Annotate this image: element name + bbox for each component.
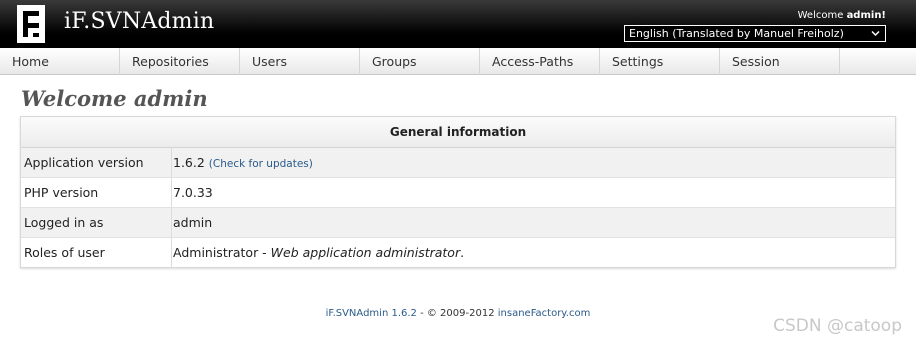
page-title: Welcome admin (21, 86, 208, 111)
row-value: 7.0.33 (173, 185, 213, 200)
row-value: Administrator - Web application administ… (173, 238, 464, 268)
row-value: 1.6.2 (Check for updates) (173, 148, 313, 177)
main-nav: Home Repositories Users Groups Access-Pa… (0, 48, 916, 75)
nav-item-session[interactable]: Session (720, 48, 840, 75)
language-select[interactable]: English (Translated by Manuel Freiholz) (624, 25, 886, 42)
info-row-php-version: PHP version 7.0.33 (21, 178, 895, 208)
panel-title: General information (21, 117, 895, 148)
app-version-value: 1.6.2 (173, 155, 205, 170)
nav-item-home[interactable]: Home (0, 48, 120, 75)
role-description: Web application administrator (270, 245, 461, 260)
footer-product-link[interactable]: iF.SVNAdmin 1.6.2 (326, 308, 417, 319)
row-value: admin (173, 215, 213, 230)
row-label: Roles of user (21, 238, 172, 268)
app-title: iF.SVNAdmin (64, 9, 215, 34)
row-label: Application version (21, 148, 172, 177)
footer-company-link[interactable]: insaneFactory.com (498, 308, 591, 319)
nav-item-groups[interactable]: Groups (360, 48, 480, 75)
welcome-prefix: Welcome (797, 10, 844, 21)
nav-item-settings[interactable]: Settings (600, 48, 720, 75)
info-row-app-version: Application version 1.6.2 (Check for upd… (21, 148, 895, 178)
role-suffix: . (460, 245, 465, 260)
svnadmin-logo-icon (17, 5, 45, 43)
role-name: Administrator - (173, 245, 271, 260)
nav-item-access-paths[interactable]: Access-Paths (480, 48, 600, 75)
row-label: Logged in as (21, 208, 172, 237)
welcome-user: admin! (846, 10, 886, 21)
nav-item-users[interactable]: Users (240, 48, 360, 75)
chevron-down-icon (871, 30, 880, 37)
header-bar: iF.SVNAdmin Welcome admin! English (Tran… (0, 0, 916, 48)
welcome-text: Welcome admin! (798, 10, 886, 21)
info-row-roles: Roles of user Administrator - Web applic… (21, 238, 895, 268)
footer-copyright: - © 2009-2012 (416, 308, 498, 319)
row-label: PHP version (21, 178, 172, 207)
check-updates-link[interactable]: (Check for updates) (209, 158, 313, 170)
info-row-logged-in: Logged in as admin (21, 208, 895, 238)
language-selected-value: English (Translated by Manuel Freiholz) (629, 27, 844, 40)
watermark: CSDN @catoop (773, 316, 902, 336)
general-info-panel: General information Application version … (20, 116, 896, 268)
nav-item-repositories[interactable]: Repositories (120, 48, 240, 75)
